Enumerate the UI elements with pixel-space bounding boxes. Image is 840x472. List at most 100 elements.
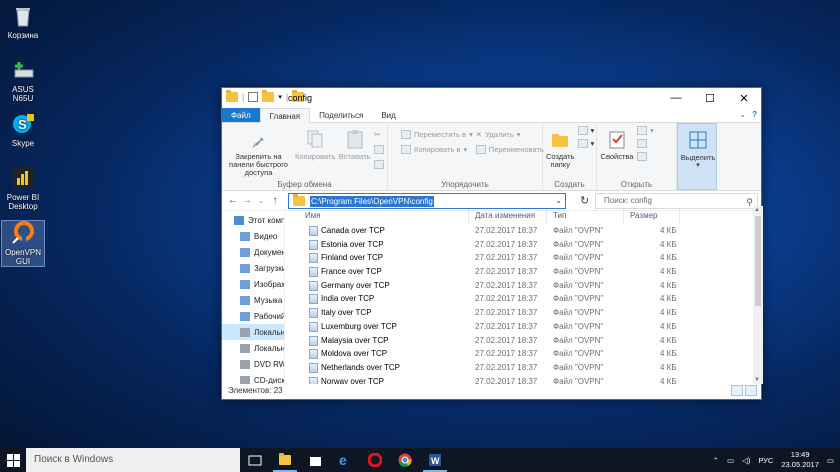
title-bar: | ▾ | config — ☐ ✕ xyxy=(222,88,761,108)
navpane-item[interactable]: Рабочий стол xyxy=(222,308,284,324)
navpane-item[interactable]: Музыка xyxy=(222,292,284,308)
tab-view[interactable]: Вид xyxy=(372,108,404,122)
delete-button[interactable]: ✕ Удалить ▾ xyxy=(476,130,544,139)
dvd-drive-icon xyxy=(240,359,250,369)
forward-arrow-icon[interactable]: → xyxy=(240,195,254,206)
new-folder-qat-icon[interactable] xyxy=(262,90,275,102)
taskbar-search-input[interactable]: Поиск в Windows xyxy=(26,448,240,472)
file-row[interactable]: Germany over TCP 27.02.2017 18:37 Файл "OV… xyxy=(285,279,753,293)
file-type: Файл "OVPN" xyxy=(553,226,604,235)
minimize-button[interactable]: — xyxy=(659,88,693,108)
tab-home[interactable]: Главная xyxy=(259,108,311,123)
rename-button[interactable]: Переименовать xyxy=(475,145,544,154)
pin-quick-access-button[interactable]: Закрепить на панели быстрого доступа xyxy=(225,126,292,178)
navpane-item[interactable]: Видео xyxy=(222,228,284,244)
desktop-icon-recycle-bin[interactable]: Корзина xyxy=(2,4,44,40)
navpane-item[interactable]: Загрузки xyxy=(222,260,284,276)
language-indicator[interactable]: РУС xyxy=(758,456,773,465)
chevron-down-icon[interactable]: ⌄ xyxy=(555,196,562,205)
desktop-icon-skype[interactable]: S Skype xyxy=(2,112,44,148)
select-group[interactable]: Выделить ▾ xyxy=(677,123,717,190)
task-view-icon[interactable] xyxy=(240,448,270,472)
show-hidden-icons-icon[interactable]: ⌃ xyxy=(713,456,719,465)
desktop-icon-power-bi[interactable]: Power BI Desktop xyxy=(2,166,44,211)
navpane-item[interactable]: Этот компьютер xyxy=(222,212,284,228)
pictures-folder-icon xyxy=(240,279,250,289)
up-arrow-icon[interactable]: ↑ xyxy=(268,195,282,206)
open-icon[interactable]: ▾ xyxy=(637,126,654,135)
desktop-icon-label: OpenVPN GUI xyxy=(4,248,42,266)
file-row[interactable]: Estonia over TCP 27.02.2017 18:37 Файл "OV… xyxy=(285,238,753,252)
back-arrow-icon[interactable]: ← xyxy=(226,195,240,206)
column-header-name[interactable]: Имя xyxy=(299,209,469,223)
large-icons-view-icon[interactable] xyxy=(745,385,757,396)
column-header-size[interactable]: Размер xyxy=(624,209,680,223)
maximize-button[interactable]: ☐ xyxy=(693,88,727,108)
properties-qat-icon[interactable] xyxy=(248,92,259,102)
group-label: Буфер обмена xyxy=(277,180,332,189)
file-size: 4 КБ xyxy=(660,335,677,345)
file-row[interactable]: Malaysia over TCP 27.02.2017 18:37 Файл "O… xyxy=(285,334,753,348)
new-folder-button[interactable]: Создать папку xyxy=(546,126,575,178)
navpane-item[interactable]: Локальный диск xyxy=(222,324,284,340)
start-button[interactable] xyxy=(0,448,26,472)
paste-button[interactable]: Вставить xyxy=(338,126,371,178)
recycle-bin-icon xyxy=(11,4,35,28)
details-view-icon[interactable] xyxy=(731,385,743,396)
recent-chevron-icon[interactable]: ⌄ xyxy=(254,197,268,205)
move-to-button[interactable]: Переместить в ▾ xyxy=(401,130,473,139)
address-path[interactable]: C:\Program Files\OpenVPN\config xyxy=(310,195,434,207)
history-icon[interactable] xyxy=(637,152,654,161)
file-row[interactable]: France over TCP 27.02.2017 18:37 Файл "OVP… xyxy=(285,265,753,279)
copy-to-button[interactable]: Копировать в ▾ xyxy=(401,145,473,154)
word-icon[interactable]: W xyxy=(420,448,450,472)
chevron-down-icon[interactable]: ⌄ xyxy=(739,110,746,119)
clock[interactable]: 13:49 23.05.2017 xyxy=(781,450,819,470)
properties-button[interactable]: Свойства xyxy=(600,126,634,178)
new-item-icon[interactable]: ▾ xyxy=(577,126,594,135)
file-explorer-icon[interactable] xyxy=(270,448,300,472)
column-header-date[interactable]: Дата изменения xyxy=(469,209,547,223)
notifications-icon[interactable]: ▭ xyxy=(827,456,834,465)
column-header-type[interactable]: Тип xyxy=(547,209,624,223)
easy-access-icon[interactable]: ▾ xyxy=(577,139,594,148)
file-date: 27.02.2017 18:37 xyxy=(475,362,538,372)
tab-file[interactable]: Файл xyxy=(222,108,260,122)
chevron-down-icon[interactable]: ▾ xyxy=(278,93,282,101)
navpane-item[interactable]: Документы xyxy=(222,244,284,260)
cut-icon[interactable]: ✂ xyxy=(374,130,384,139)
scroll-up-icon[interactable]: ▲ xyxy=(754,207,760,213)
navpane-item[interactable]: Изображения xyxy=(222,276,284,292)
help-icon[interactable]: ? xyxy=(752,110,757,119)
navpane-item[interactable]: DVD RW xyxy=(222,356,284,372)
file-row[interactable]: Moldova over TCP 27.02.2017 18:37 Файл "OV… xyxy=(285,347,753,361)
local-disk-icon xyxy=(240,343,250,353)
store-icon[interactable] xyxy=(300,448,330,472)
copy-path-icon[interactable] xyxy=(374,145,384,154)
select-button[interactable]: Выделить ▾ xyxy=(681,127,715,177)
file-row[interactable]: Finland over TCP 27.02.2017 18:37 Файл "OV… xyxy=(285,251,753,265)
close-button[interactable]: ✕ xyxy=(727,88,761,108)
chrome-icon[interactable] xyxy=(390,448,420,472)
chevron-down-icon: ▾ xyxy=(696,162,700,169)
desktop-icon-openvpn[interactable]: OpenVPN GUI xyxy=(1,220,45,267)
volume-icon[interactable]: ◁) xyxy=(742,456,750,465)
tab-share[interactable]: Поделиться xyxy=(310,108,372,122)
network-icon[interactable]: ▭ xyxy=(727,456,734,465)
file-row[interactable]: Canada over TCP 27.02.2017 18:37 Файл "OVP… xyxy=(285,224,753,238)
select-icon xyxy=(687,129,709,151)
file-row[interactable]: Netherlands over TCP 27.02.2017 18:37 Файл… xyxy=(285,361,753,375)
file-row[interactable]: Luxemburg over TCP 27.02.2017 18:37 Файл "… xyxy=(285,320,753,334)
edge-icon[interactable]: e xyxy=(330,448,360,472)
file-row[interactable]: India over TCP 27.02.2017 18:37 Файл "OVPN… xyxy=(285,292,753,306)
file-row[interactable]: Italy over TCP 27.02.2017 18:37 Файл "OVPN… xyxy=(285,306,753,320)
copy-button[interactable]: Копировать xyxy=(295,126,335,178)
navpane-item[interactable]: Локальный диск xyxy=(222,340,284,356)
vertical-scrollbar[interactable]: ▲ ▼ xyxy=(753,206,763,384)
scroll-thumb[interactable] xyxy=(755,216,761,306)
desktop-icon-asus[interactable]: ASUS N65U xyxy=(2,58,44,103)
edit-icon[interactable] xyxy=(637,139,654,148)
paste-shortcut-icon[interactable] xyxy=(374,160,384,169)
opera-icon[interactable] xyxy=(360,448,390,472)
ovpn-file-icon xyxy=(309,253,318,264)
